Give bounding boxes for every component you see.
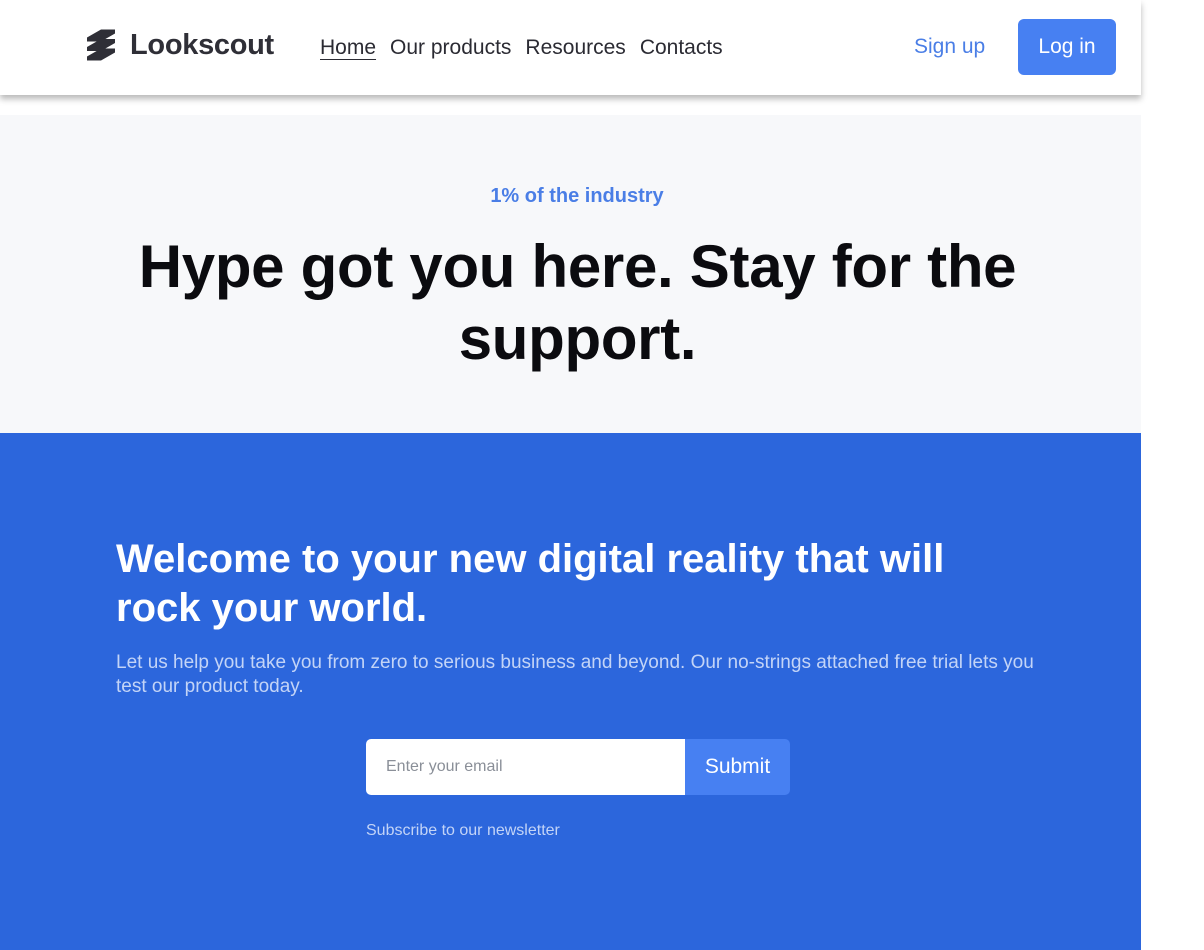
log-in-button[interactable]: Log in — [1018, 19, 1116, 75]
sign-up-link[interactable]: Sign up — [914, 33, 985, 61]
main-nav: Home Our products Resources Contacts — [320, 33, 737, 63]
email-input[interactable] — [366, 739, 685, 795]
newsletter-note: Subscribe to our newsletter — [366, 822, 560, 839]
newsletter-form: Submit — [366, 739, 790, 795]
brand-logo-link[interactable]: Lookscout — [85, 27, 274, 63]
newsletter-section: Welcome to your new digital reality that… — [0, 433, 1141, 950]
brand-name: Lookscout — [130, 28, 274, 61]
cta-description: Let us help you take you from zero to se… — [116, 652, 1034, 697]
nav-link-home[interactable]: Home — [320, 34, 376, 62]
nav-link-resources[interactable]: Resources — [525, 34, 625, 62]
lookscout-logo-icon — [87, 29, 115, 61]
cta-title: Welcome to your new digital reality that… — [116, 537, 945, 630]
site-header: Lookscout Home Our products Resources Co… — [0, 0, 1141, 95]
hero-section: 1% of the industry Hype got you here. St… — [0, 115, 1141, 433]
landing-page: Lookscout Home Our products Resources Co… — [0, 0, 1141, 950]
nav-link-contacts[interactable]: Contacts — [640, 34, 723, 62]
submit-button[interactable]: Submit — [685, 739, 790, 795]
nav-link-our-products[interactable]: Our products — [390, 34, 511, 62]
hero-title: Hype got you here. Stay for the support. — [138, 233, 1017, 372]
hero-eyebrow: 1% of the industry — [490, 185, 664, 207]
